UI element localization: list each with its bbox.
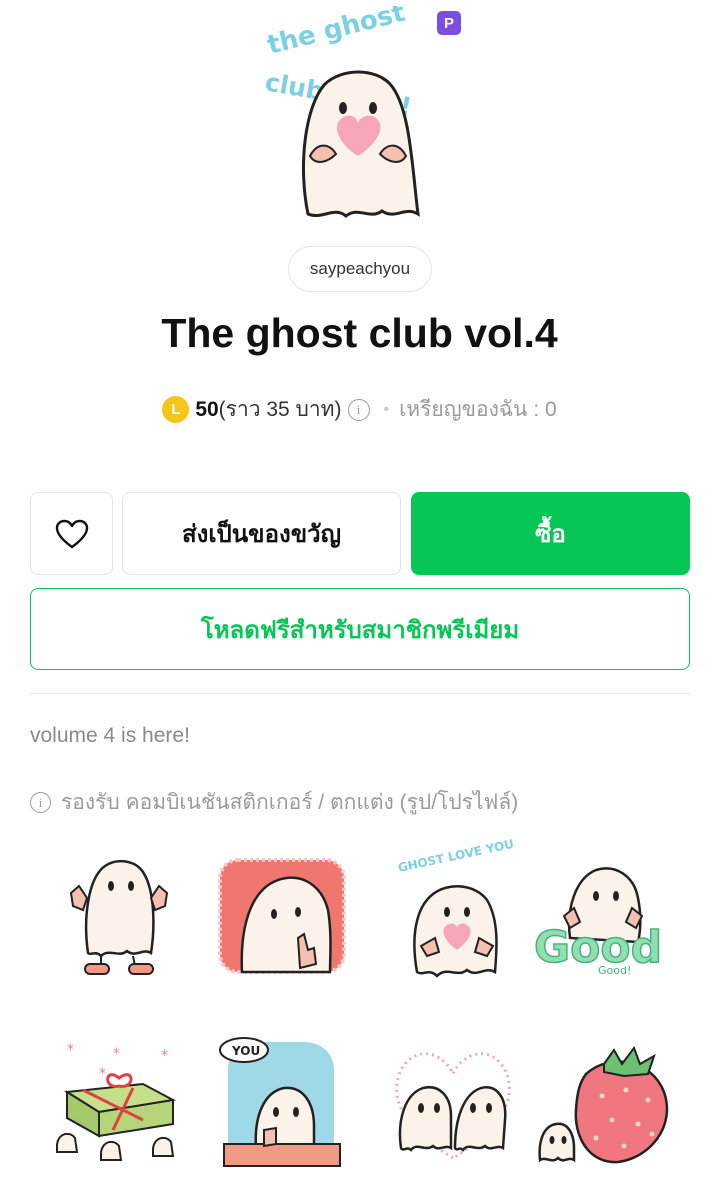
premium-download-button[interactable]: โหลดฟรีสำหรับสมาชิกพรีเมียม	[30, 588, 690, 670]
svg-text:*: *	[113, 1046, 120, 1062]
you-text: YOU	[231, 1044, 260, 1058]
price-approx: (ราว 35 บาท)	[218, 398, 342, 421]
price-row: L 50 (ราว 35 บาท) i • เหรียญของฉัน : 0	[0, 393, 719, 426]
support-note: i รองรับ คอมบิเนชันสติกเกอร์ / ตกแต่ง (ร…	[30, 786, 518, 819]
like-button[interactable]	[30, 492, 113, 575]
coin-icon: L	[162, 396, 190, 423]
support-text: รองรับ คอมบิเนชันสติกเกอร์ / ตกแต่ง (รูป…	[61, 791, 519, 814]
price-value: 50	[195, 397, 219, 421]
sticker-ghost-hands-up[interactable]	[43, 838, 193, 988]
svg-text:the ghost: the ghost	[264, 6, 408, 61]
sticker-ghost-good[interactable]: Good Good!	[530, 838, 680, 988]
divider	[30, 693, 690, 694]
price-info-icon[interactable]: i	[347, 398, 370, 421]
page-title: The ghost club vol.4	[161, 310, 558, 356]
send-gift-button[interactable]: ส่งเป็นของขวัญ	[122, 492, 401, 575]
good-small-text: Good!	[598, 964, 631, 977]
sticker-ghost-you[interactable]: YOU	[210, 1030, 360, 1180]
premium-badge-icon: P	[437, 11, 461, 35]
my-coins-text: เหรียญของฉัน : 0	[399, 398, 557, 421]
svg-text:*: *	[99, 1066, 106, 1082]
sticker-ghost-gift[interactable]: * * * *	[43, 1030, 193, 1180]
separator-dot: •	[383, 400, 390, 418]
sticker-ghost-framed[interactable]	[210, 838, 360, 988]
author-chip[interactable]: saypeachyou	[288, 246, 432, 292]
heart-icon	[55, 519, 88, 548]
description-text: volume 4 is here!	[30, 724, 190, 747]
sticker-main-image: the ghost club vol.4!	[250, 0, 470, 231]
love-you-text: GHOST LOVE YOU	[397, 838, 515, 875]
svg-text:*: *	[161, 1048, 168, 1064]
sticker-ghost-love-you[interactable]: GHOST LOVE YOU	[377, 837, 527, 988]
buy-button[interactable]: ซื้อ	[411, 492, 690, 575]
svg-text:*: *	[67, 1042, 74, 1058]
sticker-ghost-strawberry[interactable]	[530, 1030, 680, 1180]
info-icon: i	[30, 792, 51, 813]
sticker-ghost-couple[interactable]	[377, 1030, 527, 1180]
